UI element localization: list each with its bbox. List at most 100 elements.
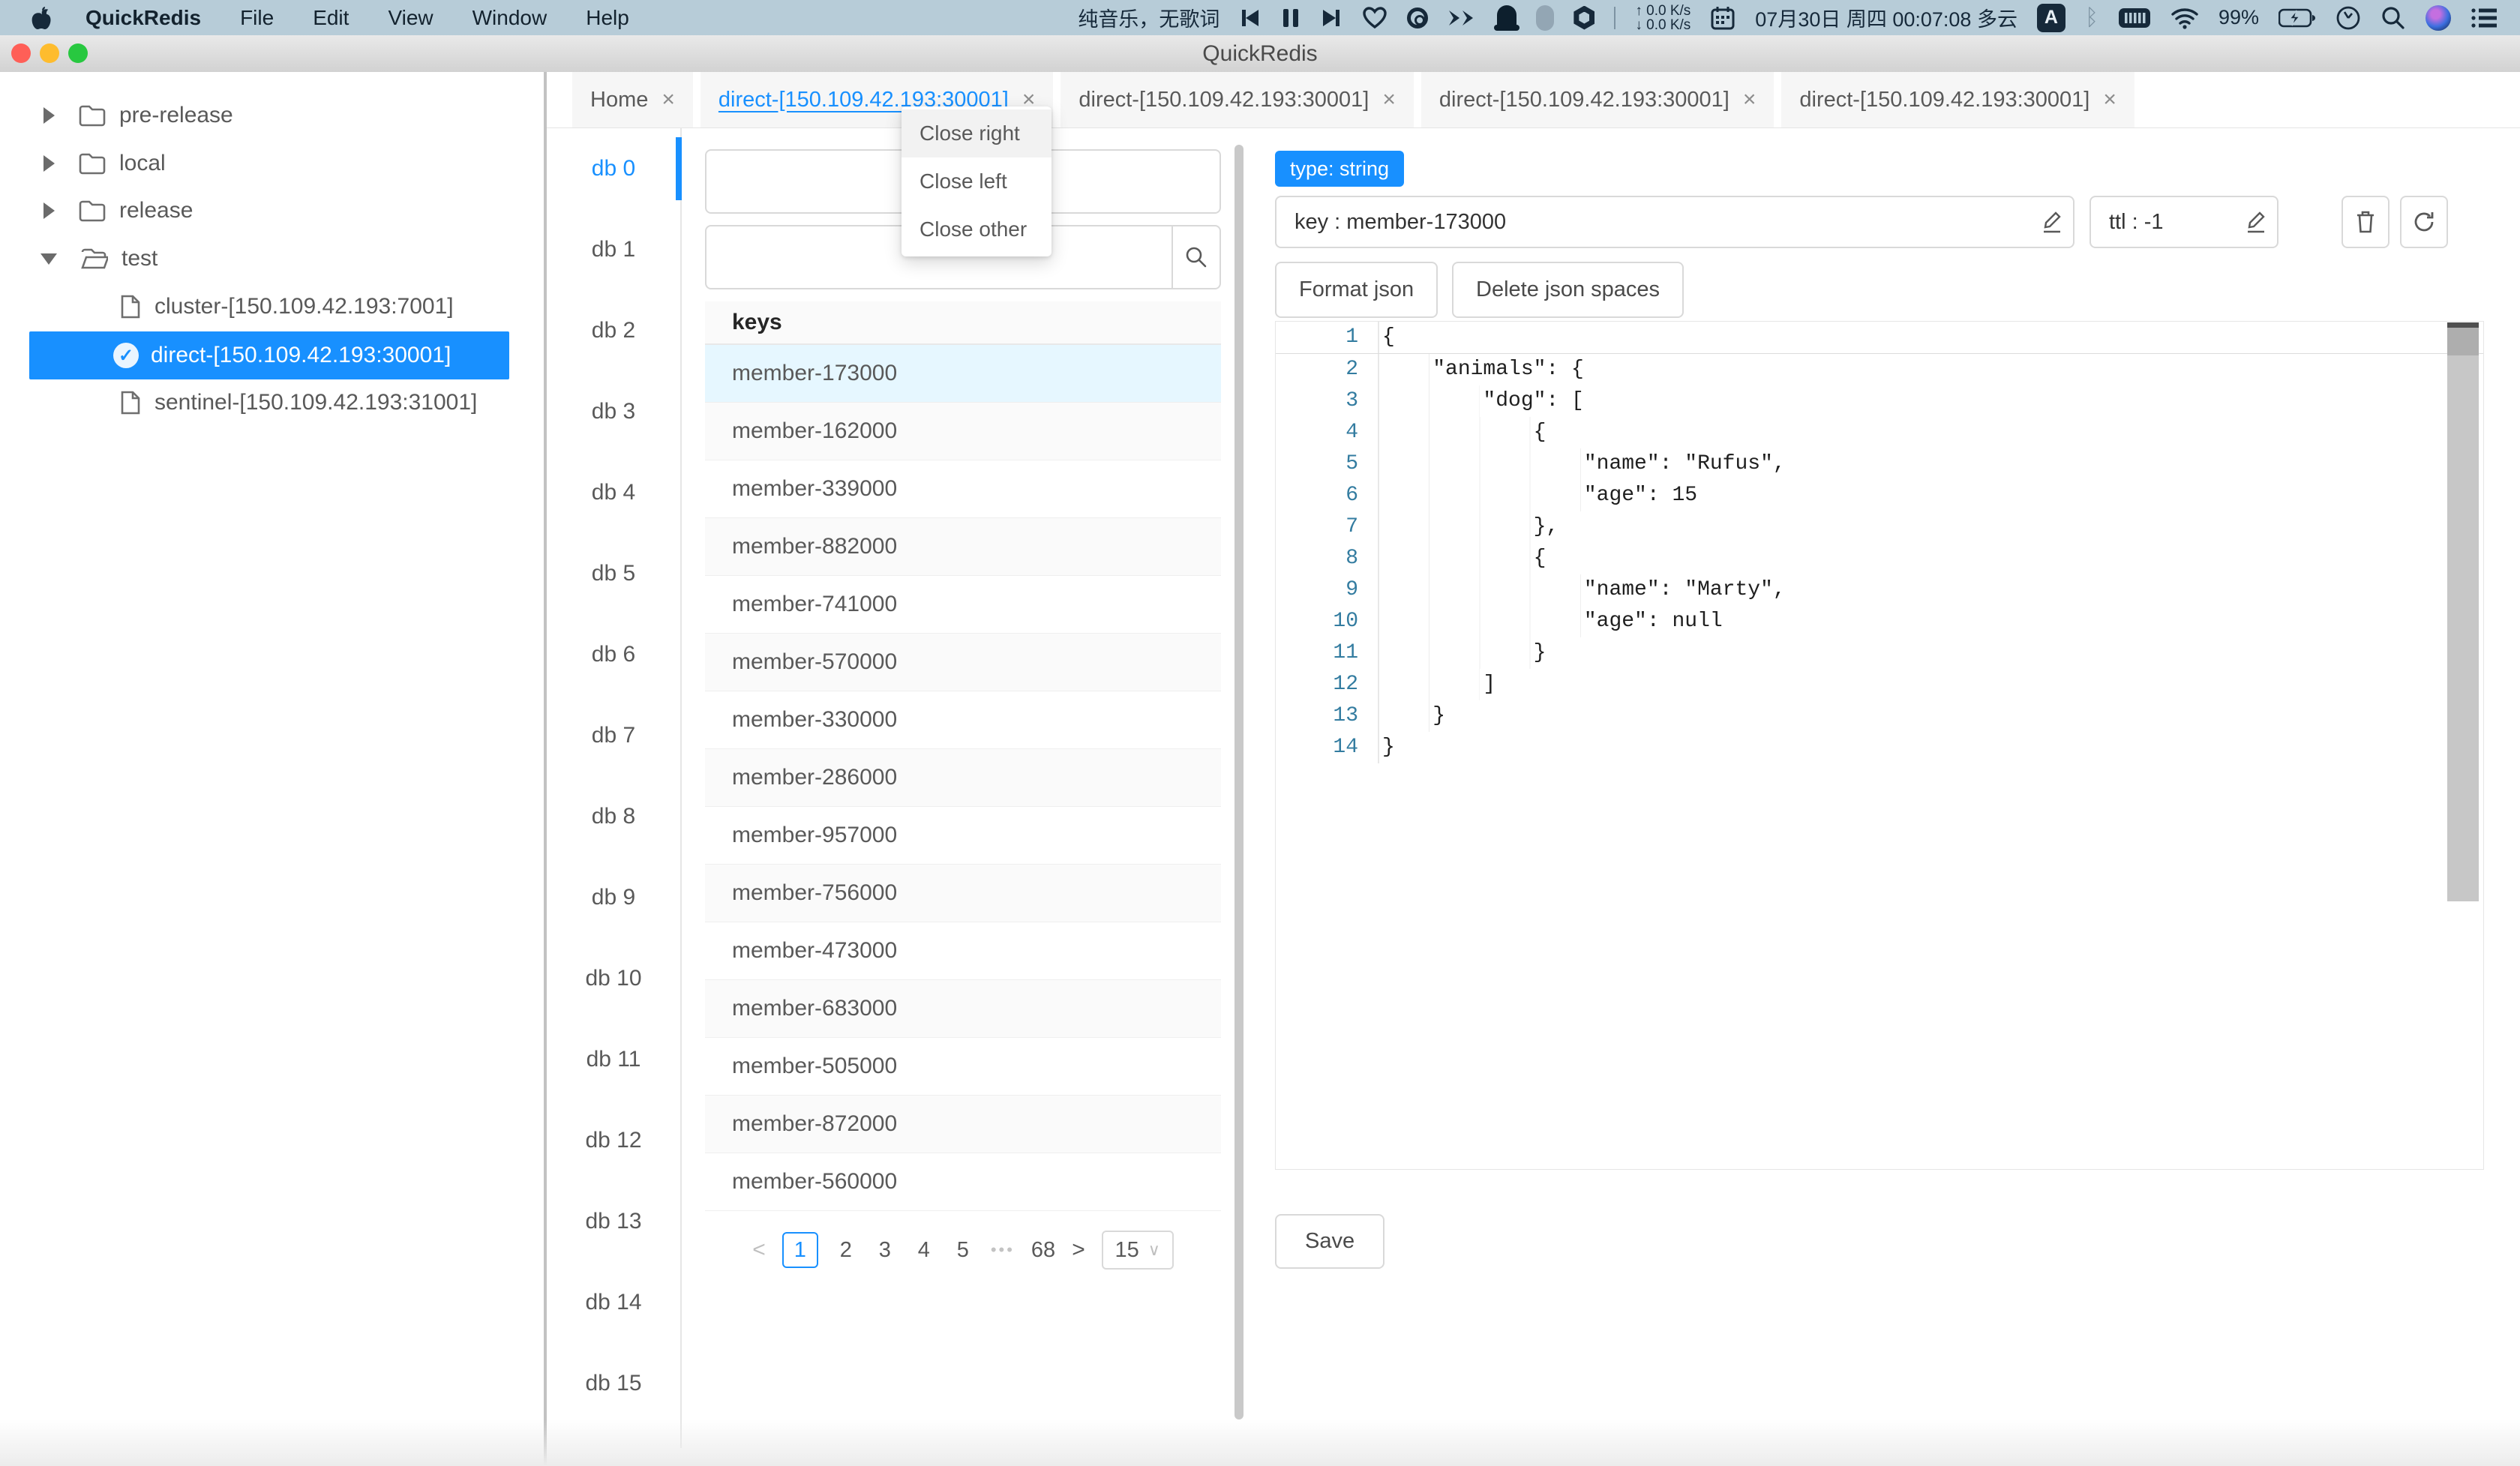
value-editor[interactable]: 1{ 2 "animals": { 3 "dog": [ 4 { 5 "name… — [1275, 321, 2484, 1170]
caret-down-icon[interactable] — [40, 253, 57, 265]
keyboard-battery-icon[interactable] — [2118, 4, 2151, 31]
prev-page-icon[interactable]: < — [752, 1237, 766, 1263]
tab-direct-4[interactable]: direct-[150.109.42.193:30001] × — [1781, 72, 2134, 127]
editor-scrollbar[interactable] — [2447, 322, 2479, 901]
tab-direct-3[interactable]: direct-[150.109.42.193:30001] × — [1421, 72, 1774, 127]
menu-file[interactable]: File — [240, 6, 274, 30]
key-row[interactable]: member-683000 — [705, 980, 1221, 1038]
format-json-button[interactable]: Format json — [1275, 262, 1438, 318]
tree-item-pre-release[interactable]: pre-release — [0, 91, 544, 139]
caret-right-icon[interactable] — [44, 202, 55, 219]
page-ellipsis[interactable]: ••• — [991, 1240, 1015, 1260]
context-menu-close-right[interactable]: Close right — [902, 109, 1052, 157]
search-button[interactable] — [1172, 226, 1220, 288]
apple-menu-icon[interactable] — [30, 4, 56, 31]
spotlight-search-icon[interactable] — [2380, 4, 2406, 31]
next-page-icon[interactable]: > — [1072, 1237, 1085, 1263]
menu-window[interactable]: Window — [472, 6, 548, 30]
key-row[interactable]: member-560000 — [705, 1153, 1221, 1211]
db-item-1[interactable]: db 1 — [547, 209, 680, 290]
key-row[interactable]: member-339000 — [705, 460, 1221, 518]
tree-item-release[interactable]: release — [0, 187, 544, 235]
db-item-10[interactable]: db 10 — [547, 938, 680, 1019]
page-last[interactable]: 68 — [1031, 1238, 1055, 1263]
key-row[interactable]: member-330000 — [705, 691, 1221, 749]
save-button[interactable]: Save — [1275, 1214, 1384, 1269]
key-row[interactable]: member-162000 — [705, 403, 1221, 460]
media-next-icon[interactable] — [1320, 4, 1342, 31]
caret-right-icon[interactable] — [44, 107, 55, 124]
datetime-weather-text[interactable]: 07月30日 周四 00:07:08 多云 — [1755, 3, 2018, 32]
hexagon-app-icon[interactable] — [1574, 4, 1594, 31]
media-previous-icon[interactable] — [1239, 4, 1262, 31]
clock-icon[interactable] — [2336, 4, 2361, 31]
page-1-current[interactable]: 1 — [782, 1232, 818, 1268]
key-row[interactable]: member-286000 — [705, 749, 1221, 807]
battery-percent-text[interactable]: 99% — [2218, 6, 2259, 29]
close-tab-icon[interactable]: × — [662, 87, 675, 112]
tree-item-sentinel-connection[interactable]: sentinel-[150.109.42.193:31001] — [0, 379, 544, 427]
page-4[interactable]: 4 — [913, 1238, 935, 1263]
close-tab-icon[interactable]: × — [1743, 87, 1756, 112]
key-row[interactable]: member-570000 — [705, 634, 1221, 691]
heart-icon[interactable] — [1362, 4, 1388, 31]
tree-item-test[interactable]: test — [0, 235, 544, 283]
key-row[interactable]: member-872000 — [705, 1096, 1221, 1153]
menu-edit[interactable]: Edit — [313, 6, 349, 30]
delete-json-spaces-button[interactable]: Delete json spaces — [1452, 262, 1684, 318]
close-tab-icon[interactable]: × — [2103, 87, 2116, 112]
battery-charging-icon[interactable] — [2278, 4, 2316, 31]
bluetooth-icon[interactable]: ᛒ — [2085, 4, 2098, 31]
db-item-15[interactable]: db 15 — [547, 1343, 680, 1424]
db-item-9[interactable]: db 9 — [547, 857, 680, 938]
wifi-icon[interactable] — [2170, 4, 2199, 31]
network-speed[interactable]: ↑ 0.0 K/s ↓ 0.0 K/s — [1635, 4, 1690, 32]
tree-item-direct-connection-selected[interactable]: ✓ direct-[150.109.42.193:30001] — [29, 331, 509, 379]
key-row[interactable]: member-882000 — [705, 518, 1221, 576]
input-method-icon[interactable]: A — [2037, 4, 2066, 32]
editor-scrollbar-thumb[interactable] — [2447, 322, 2479, 355]
tree-item-local[interactable]: local — [0, 139, 544, 187]
qq-icon[interactable] — [1497, 4, 1516, 31]
siri-icon[interactable] — [2426, 5, 2451, 31]
key-row-selected[interactable]: member-173000 — [705, 345, 1221, 403]
edit-ttl-icon[interactable] — [2235, 210, 2277, 234]
double-arrow-icon[interactable] — [1448, 4, 1478, 31]
delete-key-button[interactable] — [2342, 196, 2390, 248]
page-size-select[interactable]: 15 ∨ — [1102, 1231, 1174, 1270]
db-item-3[interactable]: db 3 — [547, 371, 680, 452]
tree-item-cluster-connection[interactable]: cluster-[150.109.42.193:7001] — [0, 283, 544, 331]
db-item-7[interactable]: db 7 — [547, 695, 680, 776]
calendar-icon[interactable] — [1710, 4, 1736, 31]
key-row[interactable]: member-957000 — [705, 807, 1221, 865]
key-row[interactable]: member-473000 — [705, 922, 1221, 980]
close-tab-icon[interactable]: × — [1382, 87, 1396, 112]
key-row[interactable]: member-505000 — [705, 1038, 1221, 1096]
tab-direct-2[interactable]: direct-[150.109.42.193:30001] × — [1060, 72, 1414, 127]
db-item-8[interactable]: db 8 — [547, 776, 680, 857]
mouse-device-icon[interactable] — [1536, 4, 1554, 31]
context-menu-close-left[interactable]: Close left — [902, 157, 1052, 205]
menu-view[interactable]: View — [388, 6, 433, 30]
db-item-5[interactable]: db 5 — [547, 533, 680, 614]
db-item-14[interactable]: db 14 — [547, 1262, 680, 1343]
menubar-app-name[interactable]: QuickRedis — [86, 6, 201, 30]
menu-help[interactable]: Help — [586, 6, 629, 30]
keys-panel-scrollbar[interactable] — [1234, 145, 1244, 1420]
db-item-0[interactable]: db 0 — [547, 128, 680, 209]
refresh-button[interactable] — [2400, 196, 2448, 248]
db-item-4[interactable]: db 4 — [547, 452, 680, 533]
tab-home[interactable]: Home × — [572, 72, 693, 127]
music-app-icon[interactable] — [1407, 4, 1428, 31]
page-2[interactable]: 2 — [835, 1238, 857, 1263]
caret-right-icon[interactable] — [44, 155, 55, 172]
page-5[interactable]: 5 — [952, 1238, 974, 1263]
ttl-field[interactable]: ttl : -1 — [2090, 196, 2278, 248]
media-pause-icon[interactable] — [1281, 4, 1300, 31]
key-row[interactable]: member-756000 — [705, 865, 1221, 922]
db-item-12[interactable]: db 12 — [547, 1100, 680, 1181]
now-playing-text[interactable]: 纯音乐，无歌词 — [1078, 3, 1220, 32]
page-3[interactable]: 3 — [874, 1238, 896, 1263]
db-item-13[interactable]: db 13 — [547, 1181, 680, 1262]
key-row[interactable]: member-741000 — [705, 576, 1221, 634]
